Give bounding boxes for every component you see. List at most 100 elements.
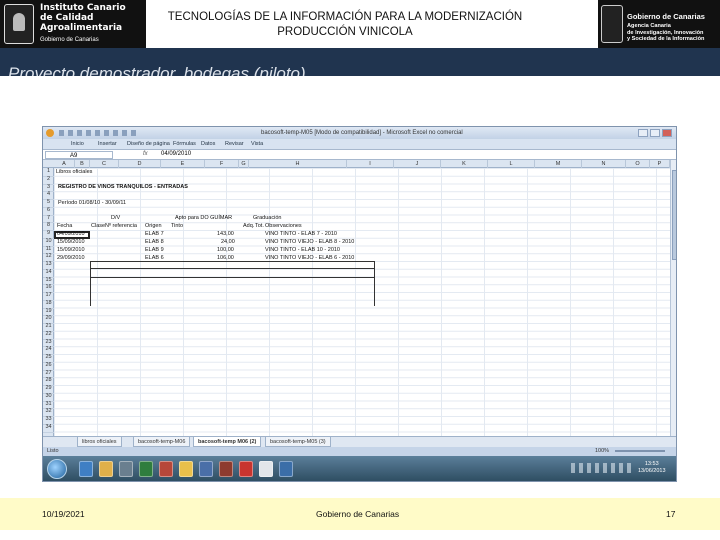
- table-border: [91, 268, 374, 269]
- header-fecha[interactable]: Fecha: [57, 223, 72, 230]
- cell-apto[interactable]: Apto para DO GUÍMAR: [175, 215, 232, 222]
- wine-icon[interactable]: [219, 461, 233, 477]
- tab-diseno[interactable]: Diseño de página: [127, 139, 170, 149]
- iccal-logo-sub: Gobierno de Canarias: [40, 37, 99, 43]
- cell-origen[interactable]: ELAB 6: [145, 255, 164, 262]
- footer-org: Gobierno de Canarias: [316, 509, 400, 519]
- sheet-tab[interactable]: libros oficiales: [77, 437, 122, 447]
- canarias-seal-icon: [601, 5, 623, 43]
- formula-input[interactable]: 04/09/2010: [161, 150, 191, 159]
- status-bar: Listo 100%: [43, 447, 676, 456]
- header-tot[interactable]: Tot.: [255, 223, 264, 230]
- canarias-seal-icon: [4, 4, 34, 44]
- cell-origen[interactable]: ELAB 7: [145, 231, 164, 238]
- column-header[interactable]: N: [582, 160, 626, 168]
- page-number: 17: [666, 509, 676, 519]
- column-header[interactable]: L: [488, 160, 535, 168]
- cell-doc[interactable]: D/V: [111, 215, 120, 222]
- excel-titlebar: bacosoft-temp-M05 [Modo de compatibilida…: [43, 127, 676, 139]
- cell-observaciones[interactable]: VINO TINTO - ELAB 7 - 2010: [265, 231, 337, 238]
- sheet-tab[interactable]: bacosoft-temp-M05 (3): [265, 437, 331, 447]
- cell-registro-title[interactable]: REGISTRO DE VINOS TRANQUILOS - ENTRADAS: [58, 184, 188, 191]
- app-icon[interactable]: [279, 461, 293, 477]
- cell-origen[interactable]: ELAB 8: [145, 239, 164, 246]
- zoom-level[interactable]: 100%: [595, 447, 609, 456]
- sheet-tab[interactable]: bacosoft-temp-M06: [133, 437, 191, 447]
- maximize-icon[interactable]: [650, 129, 660, 137]
- zoom-slider[interactable]: [615, 450, 665, 452]
- tab-inicio[interactable]: Inicio: [71, 139, 84, 149]
- name-box[interactable]: A9: [45, 151, 113, 159]
- system-tray-icons[interactable]: [571, 463, 631, 473]
- excel-icon[interactable]: [139, 461, 153, 477]
- cell-fecha[interactable]: 29/09/2010: [57, 255, 85, 262]
- tab-insertar[interactable]: Insertar: [98, 139, 117, 149]
- column-header[interactable]: P: [650, 160, 670, 168]
- table-border: [91, 277, 374, 278]
- column-header[interactable]: G: [239, 160, 249, 168]
- tab-formulas[interactable]: Fórmulas: [173, 139, 196, 149]
- row-header[interactable]: 34: [43, 424, 54, 433]
- cell-fecha[interactable]: 15/09/2010: [57, 247, 85, 254]
- column-header[interactable]: J: [394, 160, 441, 168]
- sheet-tab-active[interactable]: bacosoft-temp M06 (2): [193, 437, 262, 447]
- taskbar-clock[interactable]: 13:53 13/06/2013: [638, 461, 666, 475]
- minimize-icon[interactable]: [638, 129, 648, 137]
- column-header[interactable]: I: [347, 160, 394, 168]
- cell-observaciones[interactable]: VINO TINTO VIEJO - ELAB 8 - 2010: [265, 239, 354, 246]
- scrollbar-thumb[interactable]: [672, 170, 676, 260]
- folder-icon[interactable]: [99, 461, 113, 477]
- header-observaciones[interactable]: Observaciones: [265, 223, 302, 230]
- column-header[interactable]: H: [249, 160, 347, 168]
- spreadsheet-grid[interactable]: A B C D E F G H I J K L M N O P 12345678…: [43, 160, 670, 436]
- header-clase[interactable]: Clase: [91, 223, 105, 230]
- column-header[interactable]: D: [119, 160, 161, 168]
- cell-graduacion[interactable]: Graduación: [253, 215, 281, 222]
- header-adq[interactable]: Adq.: [243, 223, 254, 230]
- ie-icon[interactable]: [79, 461, 93, 477]
- quick-access-toolbar[interactable]: [59, 130, 139, 136]
- column-header[interactable]: E: [161, 160, 205, 168]
- header-origen[interactable]: Origen: [145, 223, 162, 230]
- cell-tinto[interactable]: 143,00: [217, 231, 234, 238]
- column-headers: A B C D E F G H I J K L M N O P: [43, 160, 670, 168]
- cell-fecha[interactable]: 04/09/2010: [57, 231, 85, 238]
- tab-vista[interactable]: Vista: [251, 139, 263, 149]
- column-header[interactable]: F: [205, 160, 239, 168]
- slide-footer: 10/19/2021 Gobierno de Canarias 17: [0, 498, 720, 530]
- cell-periodo[interactable]: Período 01/08/10 - 30/09/11: [58, 200, 126, 207]
- column-header[interactable]: B: [75, 160, 90, 168]
- tab-revisar[interactable]: Revisar: [225, 139, 244, 149]
- office-button-icon[interactable]: [46, 129, 54, 137]
- app-icon[interactable]: [199, 461, 213, 477]
- cell-tinto[interactable]: 106,00: [217, 255, 234, 262]
- start-button-icon[interactable]: [47, 459, 67, 479]
- column-header[interactable]: A: [54, 160, 75, 168]
- chrome-icon[interactable]: [179, 461, 193, 477]
- iccal-logo-text: Instituto Canario de Calidad Agroaliment…: [40, 3, 126, 33]
- app-icon[interactable]: [159, 461, 173, 477]
- header-referencia[interactable]: Nº referencia: [105, 223, 137, 230]
- document-icon[interactable]: [259, 461, 273, 477]
- media-icon[interactable]: [119, 461, 133, 477]
- formula-bar: A9 fx 04/09/2010: [43, 149, 676, 160]
- cell-observaciones[interactable]: VINO TINTO - ELAB 10 - 2010: [265, 247, 340, 254]
- cell-fecha[interactable]: 15/09/2010: [57, 239, 85, 246]
- header-tinto[interactable]: Tinto: [171, 223, 183, 230]
- tab-datos[interactable]: Datos: [201, 139, 215, 149]
- cell-tinto[interactable]: 100,00: [217, 247, 234, 254]
- excel-screenshot: bacosoft-temp-M05 [Modo de compatibilida…: [42, 126, 677, 482]
- fx-icon[interactable]: fx: [143, 150, 148, 159]
- close-icon[interactable]: [662, 129, 672, 137]
- cell-observaciones[interactable]: VINO TINTO VIEJO - ELAB 6 - 2010: [265, 255, 354, 262]
- column-header[interactable]: O: [626, 160, 650, 168]
- column-header[interactable]: M: [535, 160, 582, 168]
- column-header[interactable]: C: [90, 160, 119, 168]
- vertical-scrollbar[interactable]: [670, 160, 676, 436]
- column-header[interactable]: K: [441, 160, 488, 168]
- iccal-logo: Instituto Canario de Calidad Agroaliment…: [0, 0, 146, 48]
- cell-libros[interactable]: Libros oficiales: [56, 169, 92, 176]
- app-icon[interactable]: [239, 461, 253, 477]
- cell-origen[interactable]: ELAB 9: [145, 247, 164, 254]
- cell-tinto[interactable]: 24,00: [221, 239, 235, 246]
